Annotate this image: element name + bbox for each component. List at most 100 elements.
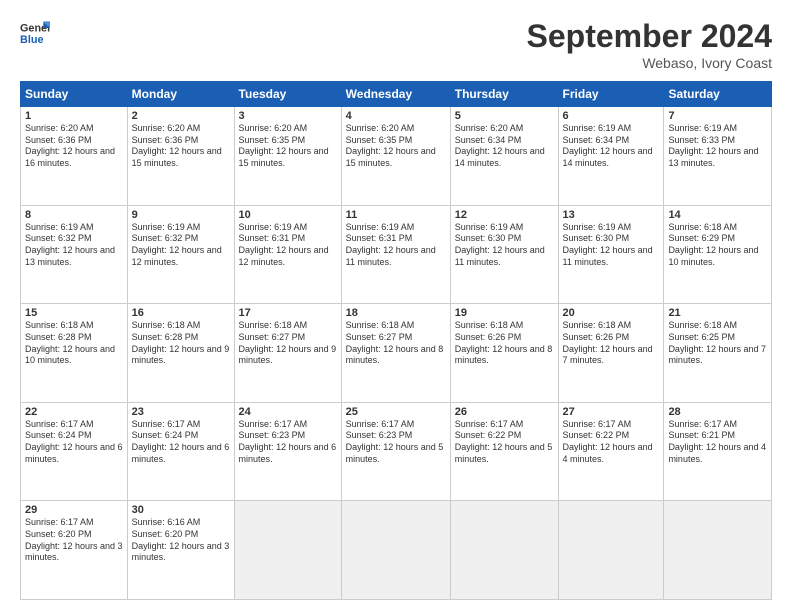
cell-text: Sunrise: 6:19 AMSunset: 6:30 PMDaylight:… — [455, 222, 545, 267]
calendar-cell: 9Sunrise: 6:19 AMSunset: 6:32 PMDaylight… — [127, 205, 234, 304]
day-number: 27 — [563, 406, 660, 418]
calendar-cell: 25Sunrise: 6:17 AMSunset: 6:23 PMDayligh… — [341, 402, 450, 501]
cell-text: Sunrise: 6:20 AMSunset: 6:36 PMDaylight:… — [25, 123, 115, 168]
calendar-cell: 10Sunrise: 6:19 AMSunset: 6:31 PMDayligh… — [234, 205, 341, 304]
day-number: 7 — [668, 110, 767, 122]
calendar-cell: 6Sunrise: 6:19 AMSunset: 6:34 PMDaylight… — [558, 107, 664, 206]
logo: General Blue — [20, 18, 50, 48]
col-header-wednesday: Wednesday — [341, 82, 450, 107]
cell-text: Sunrise: 6:18 AMSunset: 6:26 PMDaylight:… — [455, 320, 553, 365]
cell-text: Sunrise: 6:19 AMSunset: 6:31 PMDaylight:… — [346, 222, 436, 267]
calendar-cell: 23Sunrise: 6:17 AMSunset: 6:24 PMDayligh… — [127, 402, 234, 501]
calendar-cell: 26Sunrise: 6:17 AMSunset: 6:22 PMDayligh… — [450, 402, 558, 501]
day-number: 2 — [132, 110, 230, 122]
cell-text: Sunrise: 6:17 AMSunset: 6:23 PMDaylight:… — [346, 419, 444, 464]
cell-text: Sunrise: 6:19 AMSunset: 6:34 PMDaylight:… — [563, 123, 653, 168]
calendar-cell: 14Sunrise: 6:18 AMSunset: 6:29 PMDayligh… — [664, 205, 772, 304]
day-number: 22 — [25, 406, 123, 418]
cell-text: Sunrise: 6:17 AMSunset: 6:23 PMDaylight:… — [239, 419, 337, 464]
day-number: 5 — [455, 110, 554, 122]
day-number: 15 — [25, 307, 123, 319]
cell-text: Sunrise: 6:20 AMSunset: 6:34 PMDaylight:… — [455, 123, 545, 168]
cell-text: Sunrise: 6:20 AMSunset: 6:35 PMDaylight:… — [346, 123, 436, 168]
day-number: 4 — [346, 110, 446, 122]
day-number: 23 — [132, 406, 230, 418]
calendar-cell: 13Sunrise: 6:19 AMSunset: 6:30 PMDayligh… — [558, 205, 664, 304]
calendar-cell: 17Sunrise: 6:18 AMSunset: 6:27 PMDayligh… — [234, 304, 341, 403]
day-number: 29 — [25, 504, 123, 516]
calendar-cell: 30Sunrise: 6:16 AMSunset: 6:20 PMDayligh… — [127, 501, 234, 600]
calendar-cell: 18Sunrise: 6:18 AMSunset: 6:27 PMDayligh… — [341, 304, 450, 403]
calendar-cell: 22Sunrise: 6:17 AMSunset: 6:24 PMDayligh… — [21, 402, 128, 501]
cell-text: Sunrise: 6:19 AMSunset: 6:32 PMDaylight:… — [25, 222, 115, 267]
calendar-cell: 21Sunrise: 6:18 AMSunset: 6:25 PMDayligh… — [664, 304, 772, 403]
month-title: September 2024 — [527, 18, 772, 55]
page: General Blue September 2024 Webaso, Ivor… — [0, 0, 792, 612]
cell-text: Sunrise: 6:19 AMSunset: 6:32 PMDaylight:… — [132, 222, 222, 267]
cell-text: Sunrise: 6:20 AMSunset: 6:35 PMDaylight:… — [239, 123, 329, 168]
calendar-cell — [558, 501, 664, 600]
calendar-cell: 12Sunrise: 6:19 AMSunset: 6:30 PMDayligh… — [450, 205, 558, 304]
day-number: 16 — [132, 307, 230, 319]
day-number: 30 — [132, 504, 230, 516]
cell-text: Sunrise: 6:17 AMSunset: 6:21 PMDaylight:… — [668, 419, 766, 464]
calendar-cell: 4Sunrise: 6:20 AMSunset: 6:35 PMDaylight… — [341, 107, 450, 206]
day-number: 10 — [239, 209, 337, 221]
day-number: 6 — [563, 110, 660, 122]
calendar-cell: 19Sunrise: 6:18 AMSunset: 6:26 PMDayligh… — [450, 304, 558, 403]
day-number: 18 — [346, 307, 446, 319]
calendar-cell — [450, 501, 558, 600]
calendar-cell: 8Sunrise: 6:19 AMSunset: 6:32 PMDaylight… — [21, 205, 128, 304]
day-number: 26 — [455, 406, 554, 418]
cell-text: Sunrise: 6:18 AMSunset: 6:27 PMDaylight:… — [346, 320, 444, 365]
col-header-friday: Friday — [558, 82, 664, 107]
day-number: 21 — [668, 307, 767, 319]
cell-text: Sunrise: 6:18 AMSunset: 6:26 PMDaylight:… — [563, 320, 653, 365]
day-number: 1 — [25, 110, 123, 122]
title-block: September 2024 Webaso, Ivory Coast — [527, 18, 772, 71]
cell-text: Sunrise: 6:17 AMSunset: 6:24 PMDaylight:… — [25, 419, 123, 464]
col-header-saturday: Saturday — [664, 82, 772, 107]
calendar-cell: 29Sunrise: 6:17 AMSunset: 6:20 PMDayligh… — [21, 501, 128, 600]
cell-text: Sunrise: 6:17 AMSunset: 6:20 PMDaylight:… — [25, 517, 123, 562]
col-header-monday: Monday — [127, 82, 234, 107]
calendar-cell: 28Sunrise: 6:17 AMSunset: 6:21 PMDayligh… — [664, 402, 772, 501]
cell-text: Sunrise: 6:16 AMSunset: 6:20 PMDaylight:… — [132, 517, 230, 562]
cell-text: Sunrise: 6:18 AMSunset: 6:27 PMDaylight:… — [239, 320, 337, 365]
day-number: 11 — [346, 209, 446, 221]
calendar-cell — [664, 501, 772, 600]
col-header-sunday: Sunday — [21, 82, 128, 107]
calendar-cell: 3Sunrise: 6:20 AMSunset: 6:35 PMDaylight… — [234, 107, 341, 206]
cell-text: Sunrise: 6:18 AMSunset: 6:29 PMDaylight:… — [668, 222, 758, 267]
calendar-cell: 2Sunrise: 6:20 AMSunset: 6:36 PMDaylight… — [127, 107, 234, 206]
cell-text: Sunrise: 6:20 AMSunset: 6:36 PMDaylight:… — [132, 123, 222, 168]
day-number: 12 — [455, 209, 554, 221]
calendar-cell: 5Sunrise: 6:20 AMSunset: 6:34 PMDaylight… — [450, 107, 558, 206]
cell-text: Sunrise: 6:17 AMSunset: 6:24 PMDaylight:… — [132, 419, 230, 464]
day-number: 24 — [239, 406, 337, 418]
day-number: 3 — [239, 110, 337, 122]
cell-text: Sunrise: 6:18 AMSunset: 6:25 PMDaylight:… — [668, 320, 766, 365]
calendar-cell: 15Sunrise: 6:18 AMSunset: 6:28 PMDayligh… — [21, 304, 128, 403]
svg-text:Blue: Blue — [20, 34, 43, 46]
col-header-thursday: Thursday — [450, 82, 558, 107]
calendar-cell: 27Sunrise: 6:17 AMSunset: 6:22 PMDayligh… — [558, 402, 664, 501]
calendar-cell — [341, 501, 450, 600]
col-header-tuesday: Tuesday — [234, 82, 341, 107]
cell-text: Sunrise: 6:19 AMSunset: 6:30 PMDaylight:… — [563, 222, 653, 267]
cell-text: Sunrise: 6:17 AMSunset: 6:22 PMDaylight:… — [563, 419, 653, 464]
calendar-cell — [234, 501, 341, 600]
cell-text: Sunrise: 6:19 AMSunset: 6:33 PMDaylight:… — [668, 123, 758, 168]
day-number: 17 — [239, 307, 337, 319]
cell-text: Sunrise: 6:19 AMSunset: 6:31 PMDaylight:… — [239, 222, 329, 267]
day-number: 19 — [455, 307, 554, 319]
header: General Blue September 2024 Webaso, Ivor… — [20, 18, 772, 71]
cell-text: Sunrise: 6:18 AMSunset: 6:28 PMDaylight:… — [25, 320, 115, 365]
calendar-cell: 7Sunrise: 6:19 AMSunset: 6:33 PMDaylight… — [664, 107, 772, 206]
day-number: 8 — [25, 209, 123, 221]
calendar-cell: 20Sunrise: 6:18 AMSunset: 6:26 PMDayligh… — [558, 304, 664, 403]
day-number: 14 — [668, 209, 767, 221]
location: Webaso, Ivory Coast — [527, 55, 772, 71]
day-number: 25 — [346, 406, 446, 418]
calendar-cell: 16Sunrise: 6:18 AMSunset: 6:28 PMDayligh… — [127, 304, 234, 403]
